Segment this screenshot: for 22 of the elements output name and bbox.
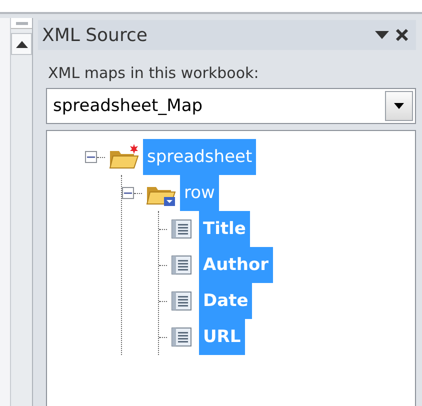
document-icon [169,290,193,312]
maps-label: XML maps in this workbook: [48,64,260,82]
tree-item[interactable]: row [180,175,219,211]
dropdown-button[interactable] [385,91,413,121]
collapse-toggle[interactable] [85,151,97,163]
up-arrow-icon [16,40,28,48]
caret-icon [394,103,404,109]
map-select[interactable]: spreadsheet_Map [46,88,416,124]
panel-title: XML Source [42,24,148,46]
scroll-up-button[interactable] [11,33,32,55]
tree-item[interactable]: URL [199,319,245,355]
document-icon [169,326,193,348]
tree-item[interactable]: Author [199,247,273,283]
dropdown-icon[interactable] [372,31,392,39]
split-grip-icon[interactable] [16,22,28,24]
tree-item[interactable]: Title [199,211,250,247]
tree-item[interactable]: spreadsheet [143,139,256,175]
tree-item[interactable]: Date [199,283,252,319]
document-icon [169,218,193,240]
collapse-toggle[interactable] [122,187,134,199]
folder-star-icon [108,143,140,171]
document-icon [169,254,193,276]
